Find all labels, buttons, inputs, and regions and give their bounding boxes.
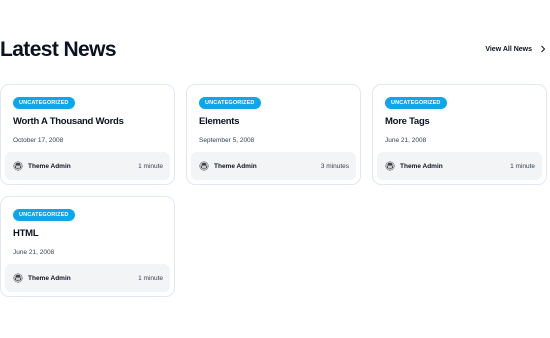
post-footer: Theme Admin 1 minute: [377, 152, 542, 180]
author-link[interactable]: Theme Admin: [13, 161, 71, 171]
author-name: Theme Admin: [28, 162, 71, 170]
author-name: Theme Admin: [214, 162, 257, 170]
wordpress-icon: [13, 273, 23, 283]
read-time: 1 minute: [138, 274, 163, 282]
wordpress-icon: [199, 161, 209, 171]
author-link[interactable]: Theme Admin: [385, 161, 443, 171]
post-date: October 17, 2008: [13, 137, 64, 144]
post-footer: Theme Admin 1 minute: [5, 152, 170, 180]
post-footer: Theme Admin 1 minute: [5, 264, 170, 292]
post-date: June 21, 2008: [13, 249, 55, 256]
chevron-right-icon: [541, 45, 546, 53]
wordpress-icon: [13, 161, 23, 171]
category-badge[interactable]: UNCATEGORIZED: [13, 97, 75, 109]
latest-news-title: Latest News: [0, 38, 117, 61]
post-card[interactable]: UNCATEGORIZED Elements September 5, 2008…: [186, 84, 361, 185]
category-badge[interactable]: UNCATEGORIZED: [13, 209, 75, 221]
category-badge[interactable]: UNCATEGORIZED: [385, 97, 447, 109]
post-card[interactable]: UNCATEGORIZED More Tags June 21, 2008 Th…: [372, 84, 547, 185]
author-name: Theme Admin: [28, 274, 71, 282]
author-link[interactable]: Theme Admin: [199, 161, 257, 171]
post-card[interactable]: UNCATEGORIZED HTML June 21, 2008 Theme A…: [0, 196, 175, 297]
view-all-label: View All News: [485, 45, 532, 53]
post-title[interactable]: More Tags: [385, 116, 430, 127]
post-date: June 21, 2008: [385, 137, 427, 144]
author-link[interactable]: Theme Admin: [13, 273, 71, 283]
read-time: 3 minutes: [320, 162, 349, 170]
wordpress-icon: [385, 161, 395, 171]
author-name: Theme Admin: [400, 162, 443, 170]
post-card[interactable]: UNCATEGORIZED Worth A Thousand Words Oct…: [0, 84, 175, 185]
post-date: September 5, 2008: [199, 137, 255, 144]
category-badge[interactable]: UNCATEGORIZED: [199, 97, 261, 109]
post-title[interactable]: Elements: [199, 116, 240, 127]
post-title[interactable]: HTML: [13, 228, 39, 239]
read-time: 1 minute: [138, 162, 163, 170]
read-time: 1 minute: [510, 162, 535, 170]
view-all-news-link[interactable]: View All News: [485, 45, 546, 53]
post-footer: Theme Admin 3 minutes: [191, 152, 356, 180]
post-title[interactable]: Worth A Thousand Words: [13, 116, 124, 127]
